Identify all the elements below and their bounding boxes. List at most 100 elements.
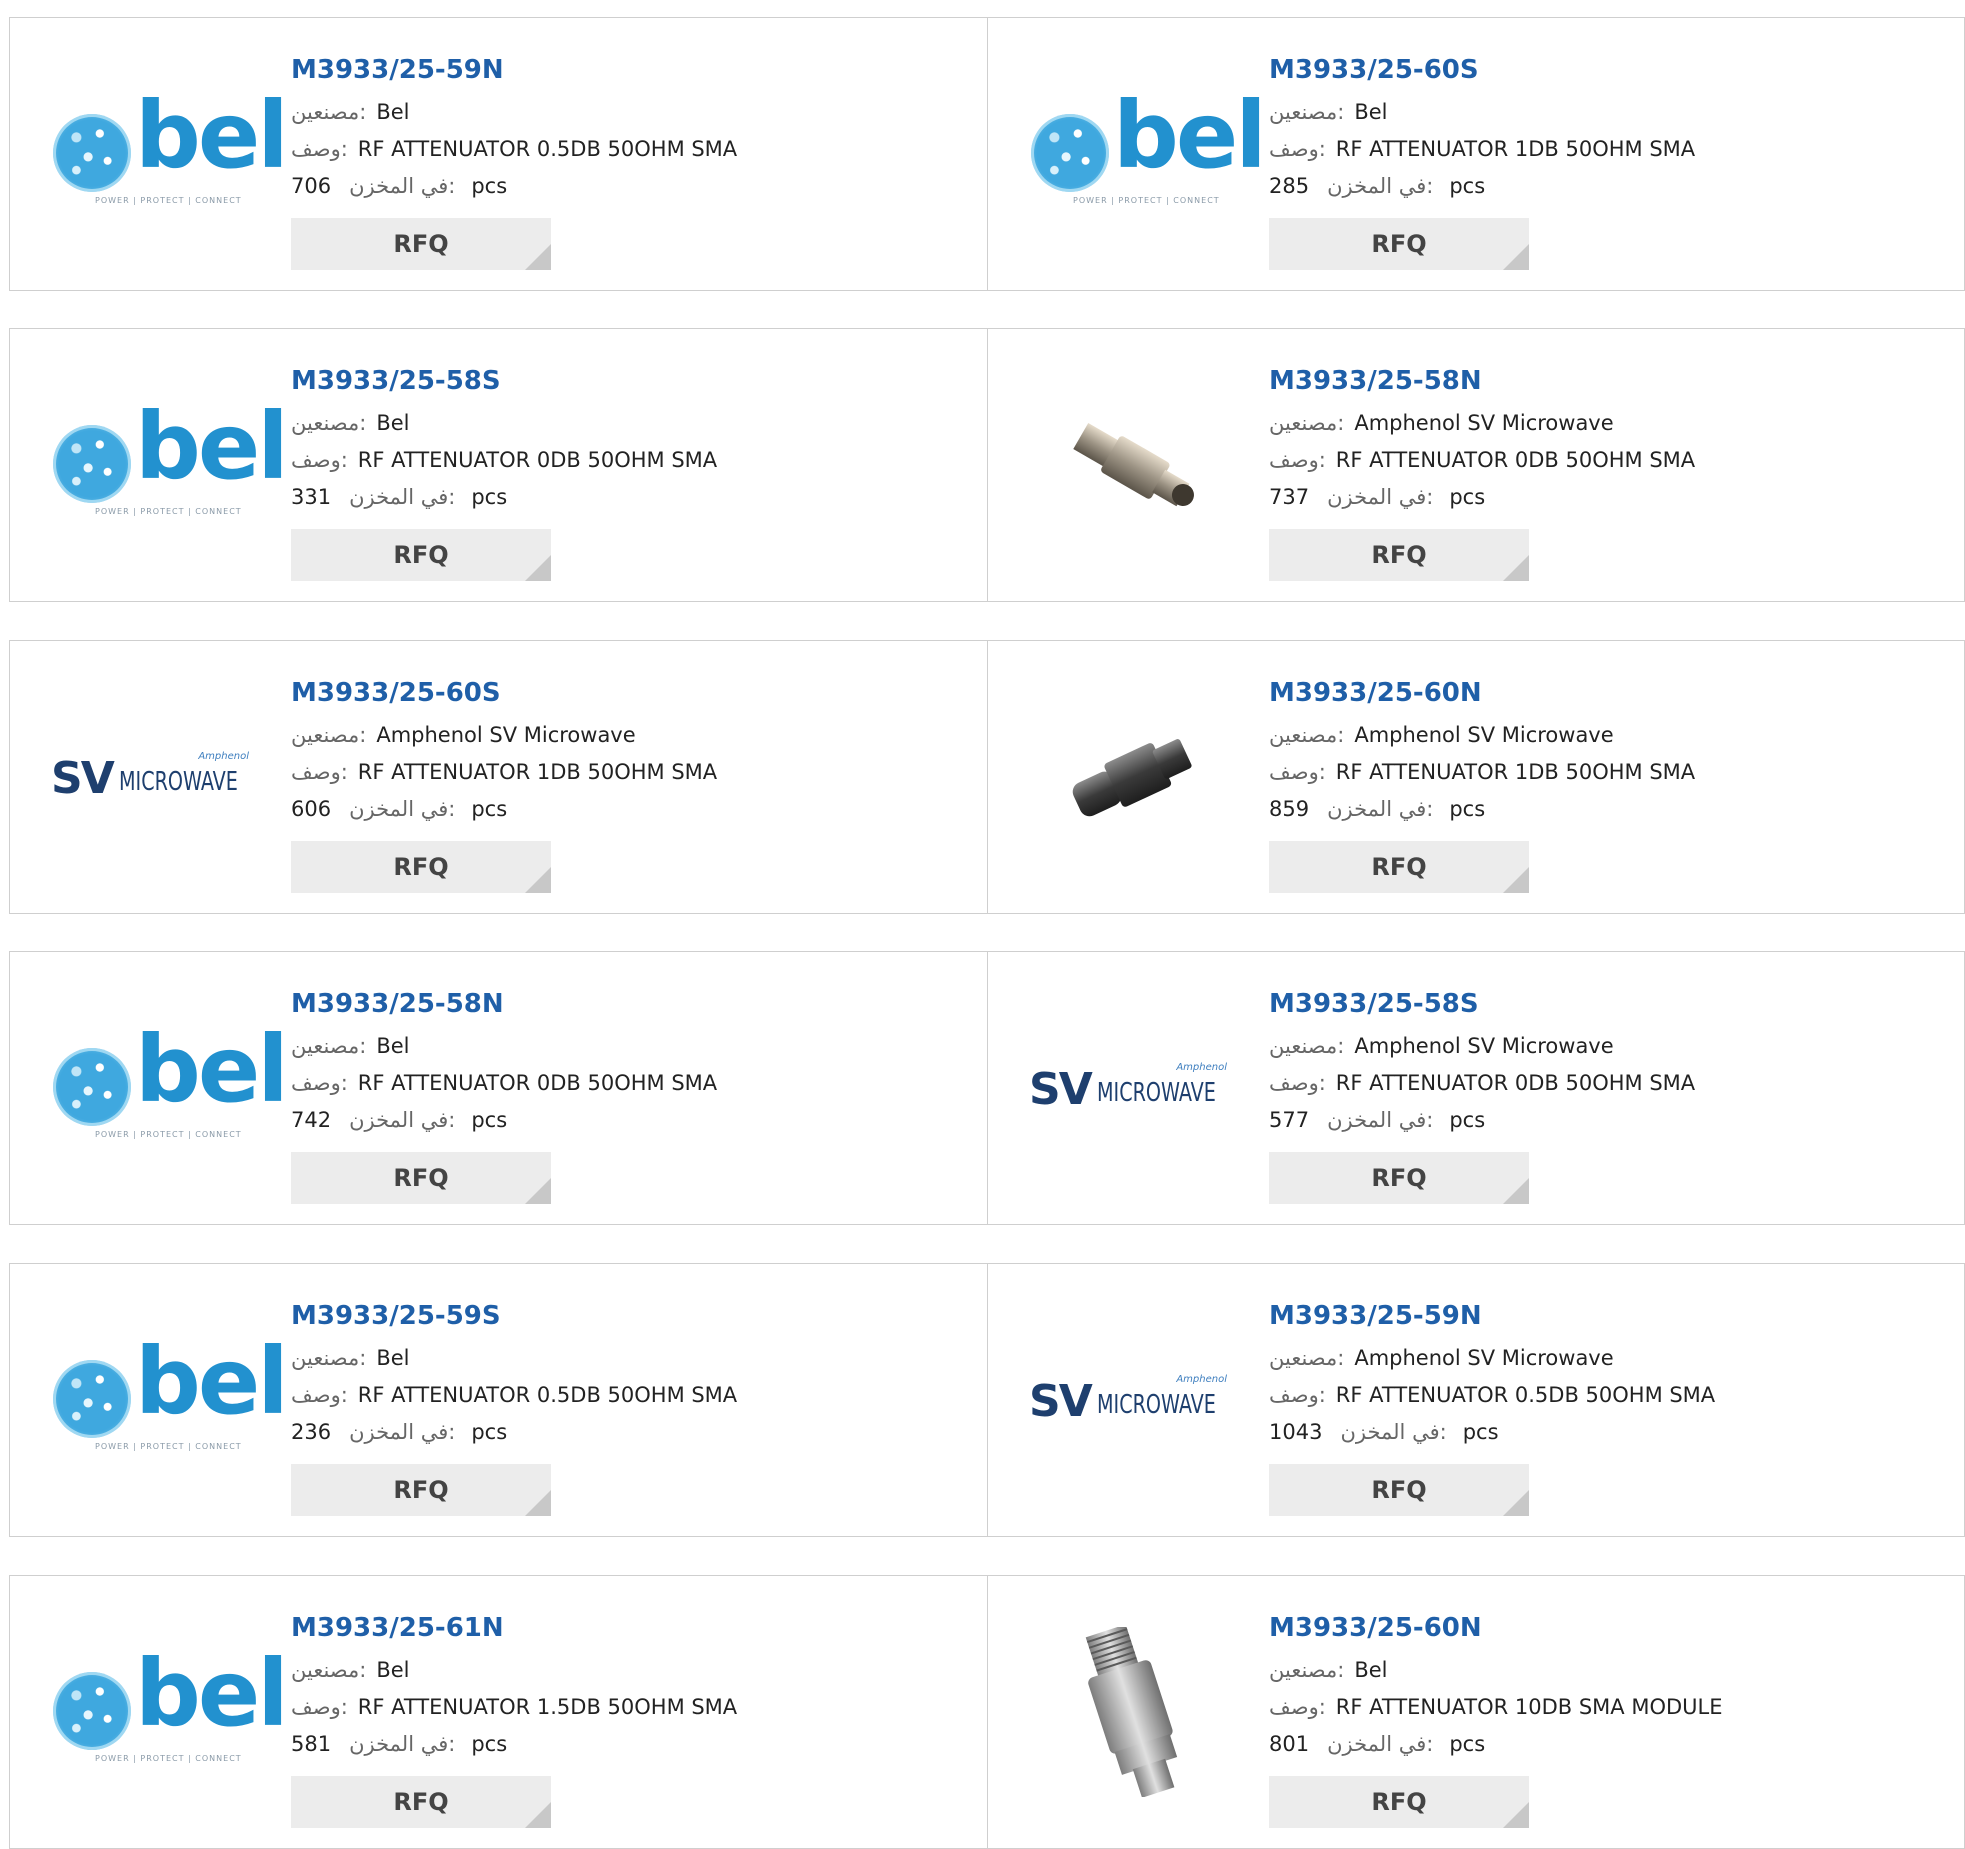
attenuator-photo-closeup <box>1085 1627 1178 1797</box>
stock-unit: pcs <box>1449 485 1486 509</box>
part-number-link[interactable]: M3933/25-59N <box>291 50 737 90</box>
product-card: bel POWER | PROTECT | CONNECT M3933/25-58… <box>10 329 987 601</box>
manufacturer-label: مصنعين: <box>291 1658 367 1682</box>
description-line: وصف: RF ATTENUATOR 0DB 50OHM SMA <box>1269 1065 1695 1102</box>
product-image[interactable]: Amphenol SV MICROWAVE <box>48 692 258 862</box>
bel-logo: bel POWER | PROTECT | CONNECT <box>53 1648 289 1763</box>
product-image[interactable]: bel POWER | PROTECT | CONNECT <box>48 1315 289 1485</box>
product-image[interactable] <box>1026 380 1236 550</box>
description-line: وصف: RF ATTENUATOR 0DB 50OHM SMA <box>291 442 717 479</box>
description-line: وصف: RF ATTENUATOR 0.5DB 50OHM SMA <box>291 1377 737 1414</box>
part-number-link[interactable]: M3933/25-58S <box>291 361 717 401</box>
rfq-button[interactable]: RFQ <box>291 529 551 581</box>
bel-mark-icon <box>53 1048 131 1126</box>
product-card: Amphenol SV MICROWAVE M3933/25-59N مصنعين:… <box>987 1264 1964 1536</box>
description-value: RF ATTENUATOR 0DB 50OHM SMA <box>357 1071 718 1095</box>
stock-unit: pcs <box>471 1420 508 1444</box>
rfq-button[interactable]: RFQ <box>1269 841 1529 893</box>
manufacturer-label: مصنعين: <box>1269 411 1345 435</box>
product-image[interactable]: Amphenol SV MICROWAVE <box>1026 1003 1236 1173</box>
bel-logo-text: bel <box>1113 82 1267 189</box>
rfq-button[interactable]: RFQ <box>291 841 551 893</box>
bel-logo-text: bel <box>135 1640 289 1747</box>
stock-value: 801 <box>1269 1732 1310 1756</box>
product-info: M3933/25-60S مصنعين: Bel وصف: RF ATTENUATO… <box>1269 50 1695 270</box>
stock-line: 801 في المخزن: pcs <box>1269 1726 1723 1763</box>
sv-microwave-logo: Amphenol SV MICROWAVE <box>1029 1370 1233 1430</box>
stock-line: 859 في المخزن: pcs <box>1269 791 1695 828</box>
stock-line: 606 في المخزن: pcs <box>291 791 717 828</box>
stock-value: 331 <box>291 485 332 509</box>
description-label: وصف: <box>291 1071 348 1095</box>
description-line: وصف: RF ATTENUATOR 1DB 50OHM SMA <box>291 754 717 791</box>
product-info: M3933/25-61N مصنعين: Bel وصف: RF ATTENUATO… <box>291 1608 737 1828</box>
description-value: RF ATTENUATOR 0DB 50OHM SMA <box>1335 448 1696 472</box>
manufacturer-label: مصنعين: <box>291 1034 367 1058</box>
product-info: M3933/25-60S مصنعين: Amphenol SV Microwav… <box>291 673 717 893</box>
product-image[interactable]: bel POWER | PROTECT | CONNECT <box>48 1627 289 1797</box>
rfq-button[interactable]: RFQ <box>291 1776 551 1828</box>
description-value: RF ATTENUATOR 1DB 50OHM SMA <box>1335 760 1696 784</box>
bel-tagline: POWER | PROTECT | CONNECT <box>95 1130 242 1139</box>
bel-tagline: POWER | PROTECT | CONNECT <box>95 507 242 516</box>
bel-logo-text: bel <box>135 1328 289 1435</box>
rfq-button[interactable]: RFQ <box>1269 529 1529 581</box>
product-card: Amphenol SV MICROWAVE M3933/25-58S مصنعين:… <box>987 952 1964 1224</box>
stock-line: 737 في المخزن: pcs <box>1269 479 1695 516</box>
part-number-link[interactable]: M3933/25-59N <box>1269 1296 1715 1336</box>
part-number-link[interactable]: M3933/25-60S <box>291 673 717 713</box>
stock-value: 285 <box>1269 174 1310 198</box>
sv-microwave-logo: Amphenol SV MICROWAVE <box>1029 1058 1233 1118</box>
part-number-link[interactable]: M3933/25-60N <box>1269 1608 1723 1648</box>
product-row: bel POWER | PROTECT | CONNECT M3933/25-59… <box>9 17 1965 291</box>
manufacturer-line: مصنعين: Amphenol SV Microwave <box>1269 1340 1715 1377</box>
product-card: Amphenol SV MICROWAVE M3933/25-60S مصنعين:… <box>10 641 987 913</box>
bel-tagline: POWER | PROTECT | CONNECT <box>1073 196 1220 205</box>
bel-mark-icon <box>1031 114 1109 192</box>
product-image[interactable] <box>1026 1627 1236 1797</box>
part-number-link[interactable]: M3933/25-59S <box>291 1296 737 1336</box>
product-image[interactable]: bel POWER | PROTECT | CONNECT <box>1026 69 1267 239</box>
rfq-button[interactable]: RFQ <box>291 1464 551 1516</box>
rfq-button[interactable]: RFQ <box>1269 1776 1529 1828</box>
stock-unit: pcs <box>1449 1732 1486 1756</box>
part-number-link[interactable]: M3933/25-61N <box>291 1608 737 1648</box>
rfq-button[interactable]: RFQ <box>1269 218 1529 270</box>
manufacturer-value: Bel <box>1354 1658 1388 1682</box>
stock-label: في المخزن: <box>1340 1420 1447 1444</box>
part-number-link[interactable]: M3933/25-58N <box>1269 361 1695 401</box>
part-number-link[interactable]: M3933/25-60S <box>1269 50 1695 90</box>
part-number-link[interactable]: M3933/25-58N <box>291 984 717 1024</box>
stock-line: 577 في المخزن: pcs <box>1269 1102 1695 1139</box>
manufacturer-line: مصنعين: Bel <box>291 1340 737 1377</box>
manufacturer-label: مصنعين: <box>1269 1034 1345 1058</box>
sv-microwave-logo: Amphenol SV MICROWAVE <box>51 747 255 807</box>
rfq-button[interactable]: RFQ <box>291 1152 551 1204</box>
bel-logo: bel POWER | PROTECT | CONNECT <box>53 401 289 516</box>
rfq-button[interactable]: RFQ <box>1269 1464 1529 1516</box>
product-image[interactable] <box>1026 692 1236 862</box>
description-label: وصف: <box>1269 1071 1326 1095</box>
description-line: وصف: RF ATTENUATOR 0.5DB 50OHM SMA <box>291 131 737 168</box>
rfq-button[interactable]: RFQ <box>291 218 551 270</box>
product-image[interactable]: Amphenol SV MICROWAVE <box>1026 1315 1236 1485</box>
description-line: وصف: RF ATTENUATOR 10DB SMA MODULE <box>1269 1689 1723 1726</box>
manufacturer-label: مصنعين: <box>1269 100 1345 124</box>
stock-unit: pcs <box>471 174 508 198</box>
part-number-link[interactable]: M3933/25-58S <box>1269 984 1695 1024</box>
manufacturer-value: Bel <box>376 411 410 435</box>
manufacturer-line: مصنعين: Bel <box>1269 1652 1723 1689</box>
rfq-button[interactable]: RFQ <box>1269 1152 1529 1204</box>
product-info: M3933/25-58S مصنعين: Amphenol SV Microwav… <box>1269 984 1695 1204</box>
product-info: M3933/25-60N مصنعين: Amphenol SV Microwav… <box>1269 673 1695 893</box>
part-number-link[interactable]: M3933/25-60N <box>1269 673 1695 713</box>
stock-label: في المخزن: <box>349 1732 456 1756</box>
product-image[interactable]: bel POWER | PROTECT | CONNECT <box>48 1003 289 1173</box>
microwave-text: MICROWAVE <box>1097 1078 1216 1108</box>
product-image[interactable]: bel POWER | PROTECT | CONNECT <box>48 69 289 239</box>
manufacturer-line: مصنعين: Amphenol SV Microwave <box>1269 405 1695 442</box>
product-image[interactable]: bel POWER | PROTECT | CONNECT <box>48 380 289 550</box>
manufacturer-line: مصنعين: Amphenol SV Microwave <box>1269 1028 1695 1065</box>
sv-text: SV <box>51 753 115 804</box>
manufacturer-line: مصنعين: Bel <box>291 1652 737 1689</box>
